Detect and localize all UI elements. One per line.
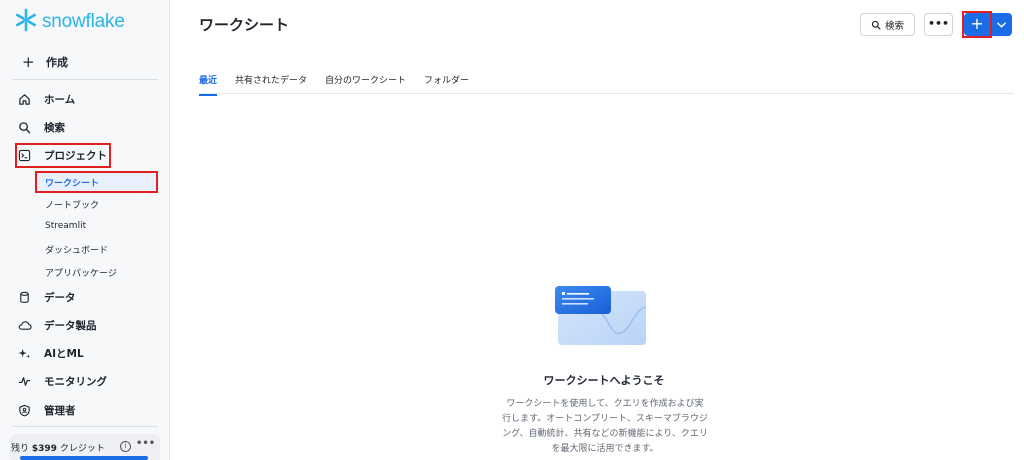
credit-more-button[interactable]: •••: [136, 438, 155, 449]
sidebar: snowflake + 作成 ホーム 検索 プロジェクト ワークシート ノートブ…: [0, 0, 170, 460]
sidebar-item-home[interactable]: ホーム: [18, 88, 158, 110]
plus-icon: +: [22, 53, 35, 71]
info-icon[interactable]: i: [120, 441, 131, 452]
sidebar-divider: [12, 426, 158, 427]
activity-icon: [18, 375, 44, 388]
sidebar-item-label: データ: [44, 291, 76, 304]
sidebar-item-label: AIとML: [44, 347, 84, 360]
snowflake-logo-icon: [14, 8, 38, 36]
highlight-add-button: [962, 11, 992, 38]
sidebar-divider: [12, 79, 158, 80]
more-options-button[interactable]: •••: [924, 13, 953, 36]
description-line: 行します。オートコンプリート、スキーマブラウジ: [502, 414, 708, 424]
sidebar-item-monitoring[interactable]: モニタリング: [18, 370, 158, 392]
worksheet-illustration: [553, 285, 649, 351]
empty-state-title: ワークシートへようこそ: [543, 374, 665, 387]
sub-item-streamlit[interactable]: Streamlit: [45, 221, 86, 231]
credit-amount: $399: [31, 444, 57, 454]
empty-state-description: ワークシートを使用して、クエリを作成および実 行します。オートコンプリート、スキ…: [489, 397, 721, 457]
sidebar-item-data-products[interactable]: データ製品: [18, 314, 158, 336]
logo-text: snowflake: [42, 11, 125, 32]
credit-progress-bar: [20, 456, 148, 460]
highlight-projects: [15, 143, 111, 168]
add-dropdown-button[interactable]: [991, 13, 1012, 36]
tab-divider: [199, 93, 1014, 94]
search-button[interactable]: 検索: [860, 13, 915, 36]
sidebar-item-ai-ml[interactable]: AIとML: [18, 342, 158, 364]
sidebar-item-label: モニタリング: [44, 375, 107, 388]
sidebar-item-label: ホーム: [44, 93, 76, 106]
highlight-worksheets: [35, 171, 158, 193]
sidebar-item-data[interactable]: データ: [18, 286, 158, 308]
shield-icon: [18, 404, 44, 417]
database-icon: [18, 291, 44, 304]
sub-item-notebooks[interactable]: ノートブック: [45, 198, 99, 211]
credit-suffix: クレジット: [59, 444, 105, 454]
search-icon: [871, 20, 885, 30]
search-icon: [18, 121, 44, 134]
create-button[interactable]: + 作成: [14, 51, 156, 73]
credit-prefix: 残り: [11, 444, 30, 454]
create-label: 作成: [46, 56, 68, 69]
sidebar-item-label: 管理者: [44, 404, 76, 417]
sparkle-icon: [18, 347, 44, 360]
description-line: ング、自動統計、共有などの新機能により、クエリ: [502, 429, 708, 439]
chevron-down-icon: [997, 21, 1006, 28]
sidebar-item-label: 検索: [44, 121, 65, 134]
sub-item-dashboards[interactable]: ダッシュボード: [45, 243, 108, 256]
credit-text: 残り $399 クレジット: [11, 441, 105, 454]
sub-item-app-packages[interactable]: アプリパッケージ: [45, 266, 117, 279]
page-title: ワークシート: [199, 16, 290, 34]
cloud-icon: [18, 319, 44, 332]
sidebar-item-label: データ製品: [44, 319, 97, 332]
description-line: を最大限に活用できます。: [551, 444, 659, 454]
description-line: ワークシートを使用して、クエリを作成および実: [506, 399, 704, 409]
sidebar-item-admin[interactable]: 管理者: [18, 399, 158, 421]
home-icon: [18, 93, 44, 106]
search-button-label: 検索: [884, 20, 904, 32]
snowflake-logo[interactable]: snowflake: [14, 8, 125, 36]
sidebar-item-search[interactable]: 検索: [18, 116, 158, 138]
